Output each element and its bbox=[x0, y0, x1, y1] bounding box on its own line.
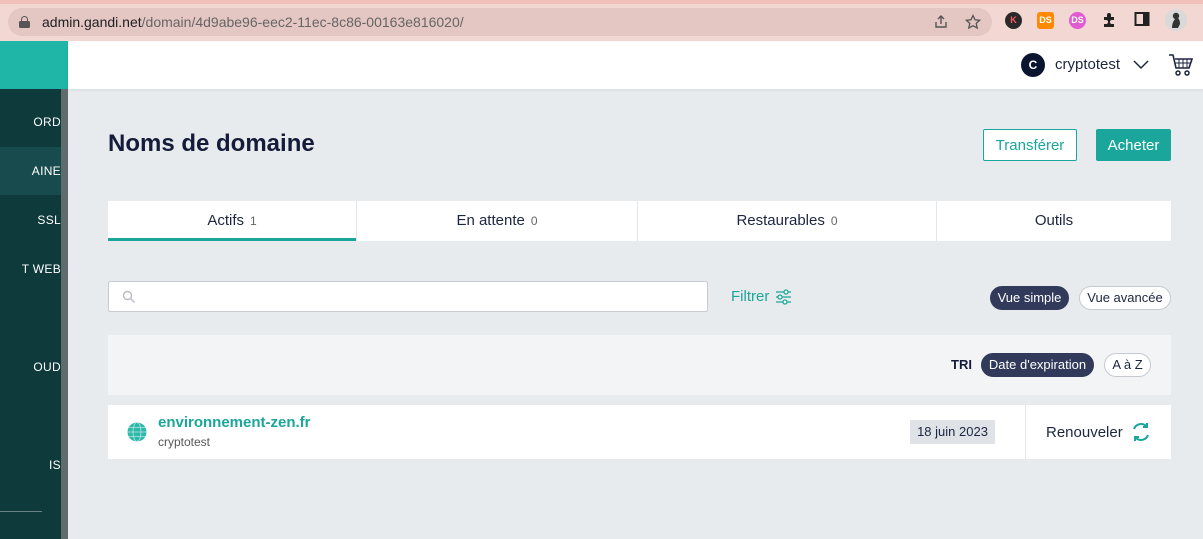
tab-label: Restaurables bbox=[736, 212, 825, 229]
url-text[interactable]: admin.gandi.net/domain/4d9abe96-eec2-11e… bbox=[42, 14, 464, 30]
tab-strip-edge bbox=[0, 0, 1203, 4]
side-panel-icon[interactable] bbox=[1132, 11, 1152, 31]
k-extension-icon[interactable]: K bbox=[1005, 12, 1022, 29]
tab-label: Actifs bbox=[207, 212, 244, 229]
sort-bar: TRI Date d'expiration A à Z bbox=[108, 335, 1171, 395]
ds-extension-icon[interactable]: DS bbox=[1037, 12, 1054, 29]
sort-alpha-button[interactable]: A à Z bbox=[1104, 353, 1151, 377]
sidebar-item-ssl[interactable]: SSL bbox=[0, 196, 61, 244]
domain-name-link[interactable]: environnement-zen.fr bbox=[158, 414, 311, 431]
page-title: Noms de domaine bbox=[108, 130, 315, 157]
browser-chrome: admin.gandi.net/domain/4d9abe96-eec2-11e… bbox=[0, 0, 1203, 41]
buy-button[interactable]: Acheter bbox=[1096, 129, 1171, 161]
search-box[interactable] bbox=[108, 281, 708, 312]
tab-pending[interactable]: En attente 0 bbox=[357, 201, 638, 241]
share-icon[interactable] bbox=[933, 14, 949, 30]
tab-label: En attente bbox=[456, 212, 525, 229]
sidebar-item-dashboard[interactable]: ORD bbox=[0, 98, 61, 146]
sliders-icon[interactable] bbox=[775, 289, 792, 305]
row-divider bbox=[1025, 405, 1026, 459]
sidebar-item-domains[interactable]: AINE bbox=[0, 147, 61, 195]
sidebar-item-label: SSL bbox=[37, 213, 61, 227]
sidebar-item-label: IS bbox=[49, 458, 61, 472]
profile-avatar-icon[interactable] bbox=[1164, 8, 1188, 32]
simple-view-button[interactable]: Vue simple bbox=[990, 286, 1069, 310]
address-bar[interactable]: admin.gandi.net/domain/4d9abe96-eec2-11e… bbox=[8, 8, 992, 36]
search-input[interactable] bbox=[145, 286, 695, 308]
puzzle-extensions-icon[interactable] bbox=[1100, 11, 1120, 31]
tab-label: Outils bbox=[1034, 212, 1074, 229]
advanced-view-button[interactable]: Vue avancée bbox=[1079, 286, 1171, 310]
renew-button[interactable]: Renouveler bbox=[1046, 424, 1123, 441]
refresh-icon[interactable] bbox=[1130, 421, 1152, 443]
search-icon bbox=[122, 290, 136, 304]
sidebar-item-cloud[interactable]: OUD bbox=[0, 343, 61, 391]
user-avatar[interactable]: C bbox=[1021, 53, 1045, 77]
globe-icon bbox=[127, 422, 147, 442]
ds-pink-extension-icon[interactable]: DS bbox=[1069, 12, 1086, 29]
sidebar-item-is[interactable]: IS bbox=[0, 441, 61, 489]
sidebar-item-web-hosting[interactable]: T WEB bbox=[0, 245, 61, 293]
transfer-button[interactable]: Transférer bbox=[983, 129, 1077, 161]
sidebar-scrollbar[interactable] bbox=[61, 89, 68, 539]
tab-active[interactable]: Actifs 1 bbox=[108, 201, 357, 241]
tab-count: 0 bbox=[530, 214, 538, 228]
top-header: C cryptotest bbox=[68, 41, 1203, 89]
tab-count: 0 bbox=[830, 214, 838, 228]
sort-label: TRI bbox=[951, 357, 972, 372]
sidebar-item-label: T WEB bbox=[21, 262, 61, 276]
expiration-date-badge: 18 juin 2023 bbox=[910, 420, 995, 444]
filter-button[interactable]: Filtrer bbox=[731, 288, 769, 305]
username[interactable]: cryptotest bbox=[1055, 56, 1120, 73]
bookmark-star-icon[interactable] bbox=[964, 13, 982, 30]
tab-count: 1 bbox=[250, 214, 257, 228]
sidebar-divider bbox=[0, 511, 42, 512]
sidebar-item-label: ORD bbox=[33, 115, 61, 129]
sidebar-item-label: AINE bbox=[31, 164, 61, 178]
sidebar-item-label: OUD bbox=[33, 360, 61, 374]
sidebar: ORD AINE SSL T WEB OUD IS bbox=[0, 41, 68, 539]
url-host: admin.gandi.net bbox=[42, 14, 142, 30]
tab-tools[interactable]: Outils bbox=[937, 201, 1171, 241]
domain-tabs: Actifs 1 En attente 0 Restaurables 0 Outils bbox=[108, 201, 1171, 241]
table-row[interactable]: environnement-zen.fr cryptotest 18 juin … bbox=[108, 405, 1171, 459]
url-path: /domain/4d9abe96-eec2-11ec-8c86-00163e81… bbox=[141, 14, 464, 30]
tab-restorable[interactable]: Restaurables 0 bbox=[638, 201, 937, 241]
brand-logo-area[interactable] bbox=[0, 41, 68, 89]
sort-expiration-button[interactable]: Date d'expiration bbox=[981, 353, 1094, 377]
domain-owner: cryptotest bbox=[158, 435, 211, 449]
lock-icon[interactable] bbox=[19, 16, 30, 28]
chevron-down-icon[interactable] bbox=[1132, 55, 1150, 73]
shopping-cart-icon[interactable] bbox=[1168, 53, 1194, 77]
